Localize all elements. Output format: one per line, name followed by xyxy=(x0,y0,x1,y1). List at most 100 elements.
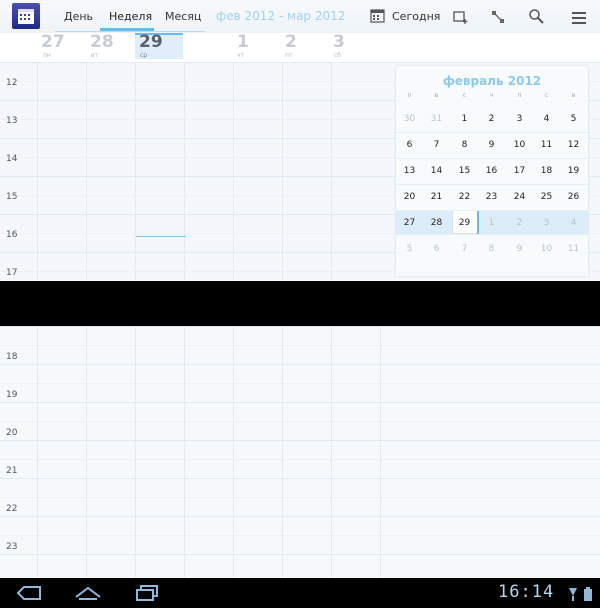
mini-calendar-day[interactable]: 3 xyxy=(506,114,533,124)
day-name: чт xyxy=(237,52,245,59)
mini-calendar-day[interactable]: 2 xyxy=(506,218,533,228)
mini-calendar-day[interactable]: 19 xyxy=(560,166,587,176)
mini-calendar-day[interactable]: 1 xyxy=(478,218,505,228)
day-name: вт xyxy=(91,52,99,59)
mini-calendar-day[interactable]: 28 xyxy=(423,218,450,228)
day-name: сб xyxy=(334,52,341,59)
recent-apps-icon[interactable] xyxy=(134,584,160,606)
new-event-icon[interactable] xyxy=(453,9,469,29)
hour-label: 21 xyxy=(6,466,18,476)
hour-label: 17 xyxy=(6,268,18,278)
mini-calendar-day[interactable]: 3 xyxy=(533,218,560,228)
mini-calendar-day[interactable]: 11 xyxy=(533,140,560,150)
home-icon[interactable] xyxy=(74,585,102,605)
mini-calendar-day[interactable]: 1 xyxy=(451,114,478,124)
battery-icon xyxy=(584,586,592,605)
mini-calendar-day[interactable]: 22 xyxy=(451,192,478,202)
search-icon[interactable] xyxy=(528,8,544,28)
mini-calendar-day[interactable]: 31 xyxy=(423,114,450,124)
hour-label: 23 xyxy=(6,542,18,552)
week-grid-lower[interactable]: 18 19 20 21 22 23 xyxy=(0,326,600,578)
status-clock: 16:14 xyxy=(498,582,555,602)
mini-calendar-day[interactable]: 13 xyxy=(396,166,423,176)
day-number[interactable]: 2 xyxy=(285,32,297,52)
hour-label: 15 xyxy=(6,192,18,202)
mini-calendar-day[interactable]: 6 xyxy=(396,140,423,150)
tab-day[interactable]: День xyxy=(64,10,93,23)
mini-calendar-day[interactable]: 25 xyxy=(533,192,560,202)
screen-gap xyxy=(0,281,600,326)
mini-calendar-day[interactable]: 7 xyxy=(451,244,478,254)
system-bar: 16:14 xyxy=(0,578,600,608)
mini-calendar-day[interactable]: 18 xyxy=(533,166,560,176)
hour-label: 16 xyxy=(6,230,18,240)
mini-calendar-day[interactable]: 23 xyxy=(478,192,505,202)
mini-calendar-day-selected[interactable]: 29 xyxy=(451,218,478,228)
mini-calendar-day[interactable]: 5 xyxy=(560,114,587,124)
mini-calendar-day[interactable]: 30 xyxy=(396,114,423,124)
mini-calendar-day[interactable]: 10 xyxy=(506,140,533,150)
day-number[interactable]: 27 xyxy=(41,32,65,52)
hour-label: 20 xyxy=(6,428,18,438)
mini-calendar-day[interactable]: 20 xyxy=(396,192,423,202)
menu-icon[interactable] xyxy=(572,10,586,29)
mini-calendar-day[interactable]: 2 xyxy=(478,114,505,124)
signal-icon xyxy=(568,586,578,605)
mini-calendar-day[interactable]: 6 xyxy=(423,244,450,254)
day-name: пт xyxy=(285,52,293,59)
mini-month-calendar: февраль 2012 п в с ч п с в 30 31 1 2 3 4 5 6 7 8 9… xyxy=(396,66,588,276)
mini-calendar-day[interactable]: 21 xyxy=(423,192,450,202)
mini-calendar-day[interactable]: 9 xyxy=(478,140,505,150)
mini-calendar-day[interactable]: 16 xyxy=(478,166,505,176)
day-number[interactable]: 3 xyxy=(333,32,345,52)
weekday-label: с xyxy=(462,92,467,99)
weekday-label: в xyxy=(434,92,439,99)
weekday-label: п xyxy=(407,92,412,99)
tabs-divider xyxy=(55,31,205,32)
mini-calendar-day[interactable]: 24 xyxy=(506,192,533,202)
mini-calendar-day[interactable]: 4 xyxy=(533,114,560,124)
action-bar: День Неделя Месяц фев 2012 - мар 2012 Се… xyxy=(0,0,600,33)
mini-calendar-day[interactable]: 8 xyxy=(478,244,505,254)
week-day-header: 27 пн 28 вт 29 ср 1 чт 2 пт 3 сб xyxy=(0,32,600,60)
mini-calendar-day[interactable]: 7 xyxy=(423,140,450,150)
mini-calendar-day[interactable]: 27 xyxy=(396,218,423,228)
mini-calendar-day[interactable]: 17 xyxy=(506,166,533,176)
hour-label: 13 xyxy=(6,116,18,126)
mini-calendar-day[interactable]: 9 xyxy=(506,244,533,254)
mini-calendar-day[interactable]: 15 xyxy=(451,166,478,176)
day-name: пн xyxy=(43,52,51,59)
mini-calendar-day[interactable]: 8 xyxy=(451,140,478,150)
selected-tab-indicator xyxy=(100,28,154,31)
mini-calendar-day[interactable]: 14 xyxy=(423,166,450,176)
mini-calendar-title: февраль 2012 xyxy=(442,74,542,88)
weekday-label: ч xyxy=(489,92,494,99)
mini-calendar-day[interactable]: 4 xyxy=(560,218,587,228)
hour-label: 18 xyxy=(6,352,18,362)
weekday-label: п xyxy=(517,92,522,99)
mini-calendar-day[interactable]: 11 xyxy=(560,244,587,254)
weekday-label: в xyxy=(571,92,576,99)
sync-icon[interactable] xyxy=(490,9,506,29)
date-range-title: фев 2012 - мар 2012 xyxy=(216,9,346,23)
hour-label: 14 xyxy=(6,154,18,164)
calendar-grid-icon xyxy=(18,9,34,24)
day-number-today[interactable]: 29 xyxy=(139,32,163,52)
current-time-indicator xyxy=(136,236,186,237)
day-number[interactable]: 1 xyxy=(237,32,249,52)
tab-week[interactable]: Неделя xyxy=(109,10,152,23)
tab-month[interactable]: Месяц xyxy=(165,10,201,23)
day-number[interactable]: 28 xyxy=(90,32,114,52)
mini-calendar-day[interactable]: 10 xyxy=(533,244,560,254)
mini-calendar-day[interactable]: 12 xyxy=(560,140,587,150)
weekday-label: с xyxy=(544,92,549,99)
mini-calendar-day[interactable]: 26 xyxy=(560,192,587,202)
hour-label: 19 xyxy=(6,390,18,400)
today-button[interactable]: Сегодня xyxy=(392,10,440,23)
calendar-app-icon[interactable] xyxy=(12,3,40,29)
hour-label: 22 xyxy=(6,504,18,514)
back-icon[interactable] xyxy=(16,585,42,605)
hour-label: 12 xyxy=(6,78,18,88)
today-calendar-icon[interactable] xyxy=(370,8,385,27)
mini-calendar-day[interactable]: 5 xyxy=(396,244,423,254)
